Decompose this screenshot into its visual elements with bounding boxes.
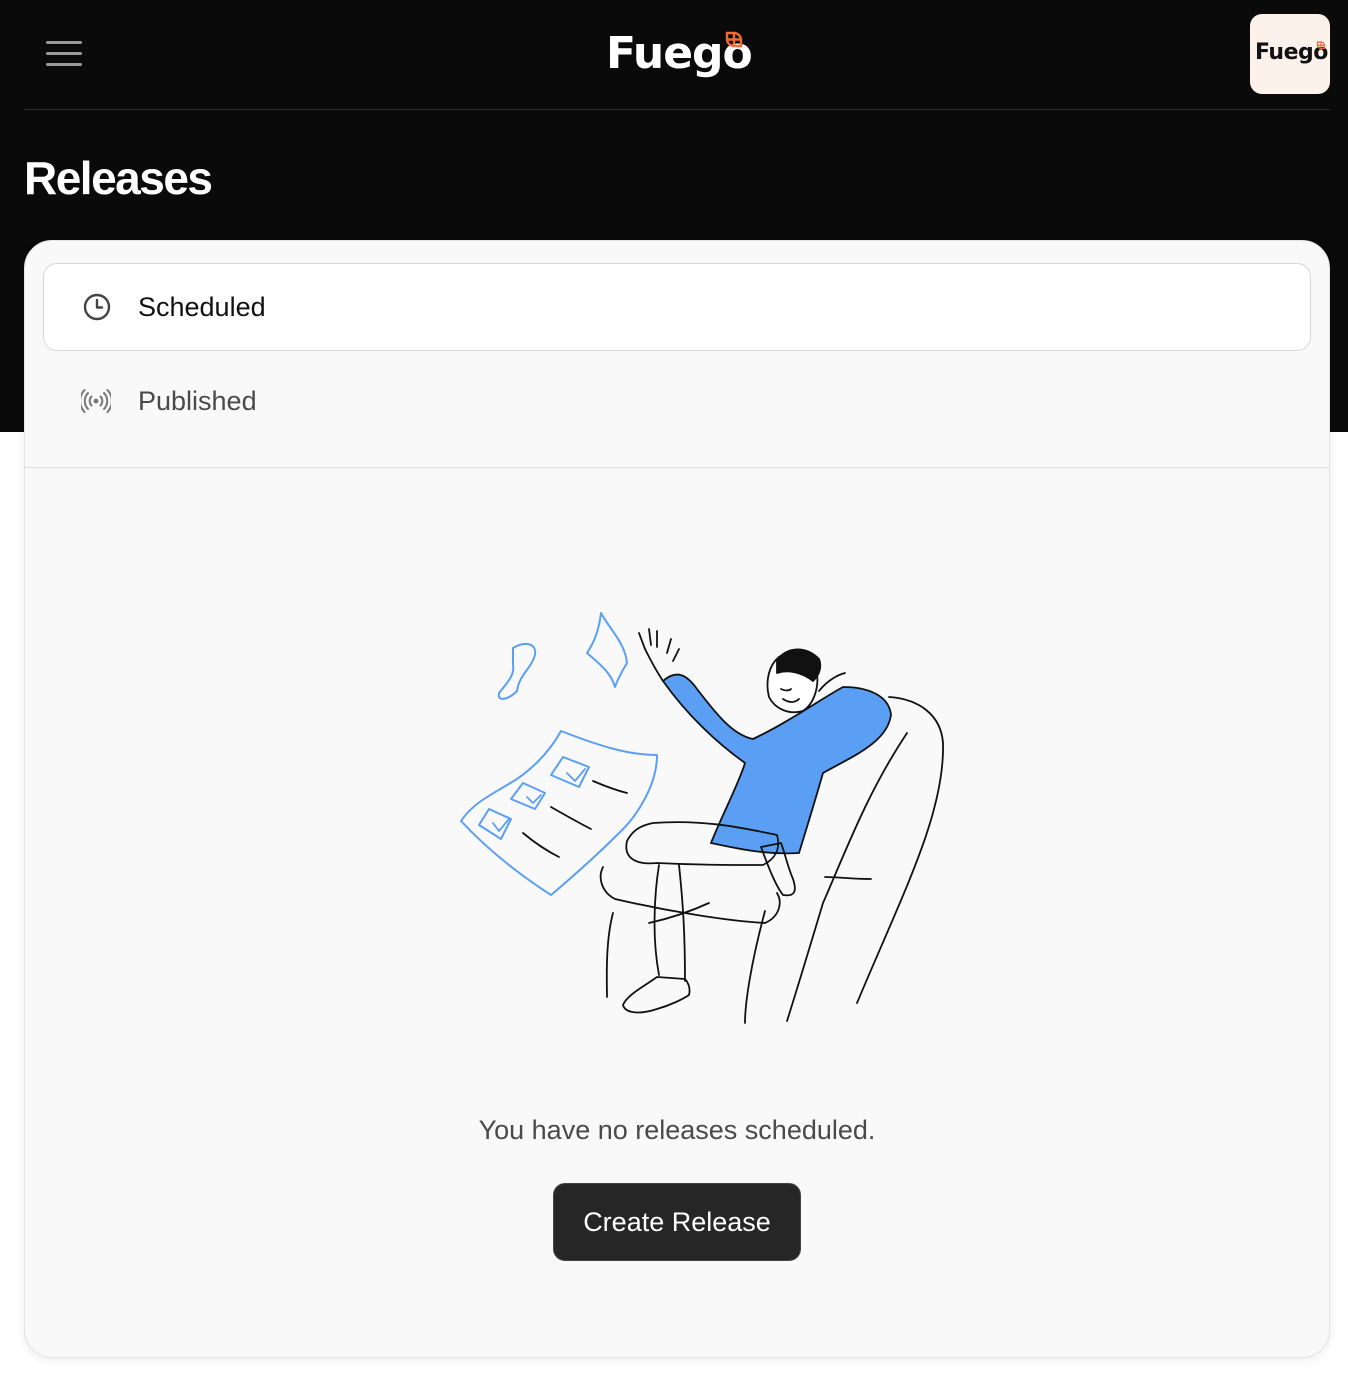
top-bar: Fuego Fuego — [0, 0, 1348, 110]
header-divider — [24, 109, 1330, 110]
page-title: Releases — [24, 152, 213, 204]
brand-logo[interactable]: Fuego — [606, 28, 756, 84]
releases-card: Scheduled Published You have no releases… — [24, 240, 1330, 1358]
tab-scheduled-label: Scheduled — [138, 292, 266, 322]
broadcast-icon — [81, 389, 111, 413]
tab-scheduled[interactable]: Scheduled — [43, 263, 1311, 351]
create-release-button[interactable]: Create Release — [553, 1183, 801, 1261]
relaxing-person-illustration — [460, 612, 944, 1024]
hamburger-menu-icon — [46, 41, 82, 44]
avatar-flame-mark-icon — [1316, 41, 1326, 50]
tab-published[interactable]: Published — [43, 357, 1311, 445]
workspace-avatar[interactable]: Fuego — [1250, 14, 1330, 94]
clock-icon — [83, 293, 111, 321]
tab-published-label: Published — [138, 386, 257, 416]
menu-button[interactable] — [40, 34, 88, 74]
flame-mark-icon — [725, 31, 743, 48]
tabs-divider — [25, 467, 1329, 468]
empty-state-message: You have no releases scheduled. — [478, 1115, 876, 1145]
